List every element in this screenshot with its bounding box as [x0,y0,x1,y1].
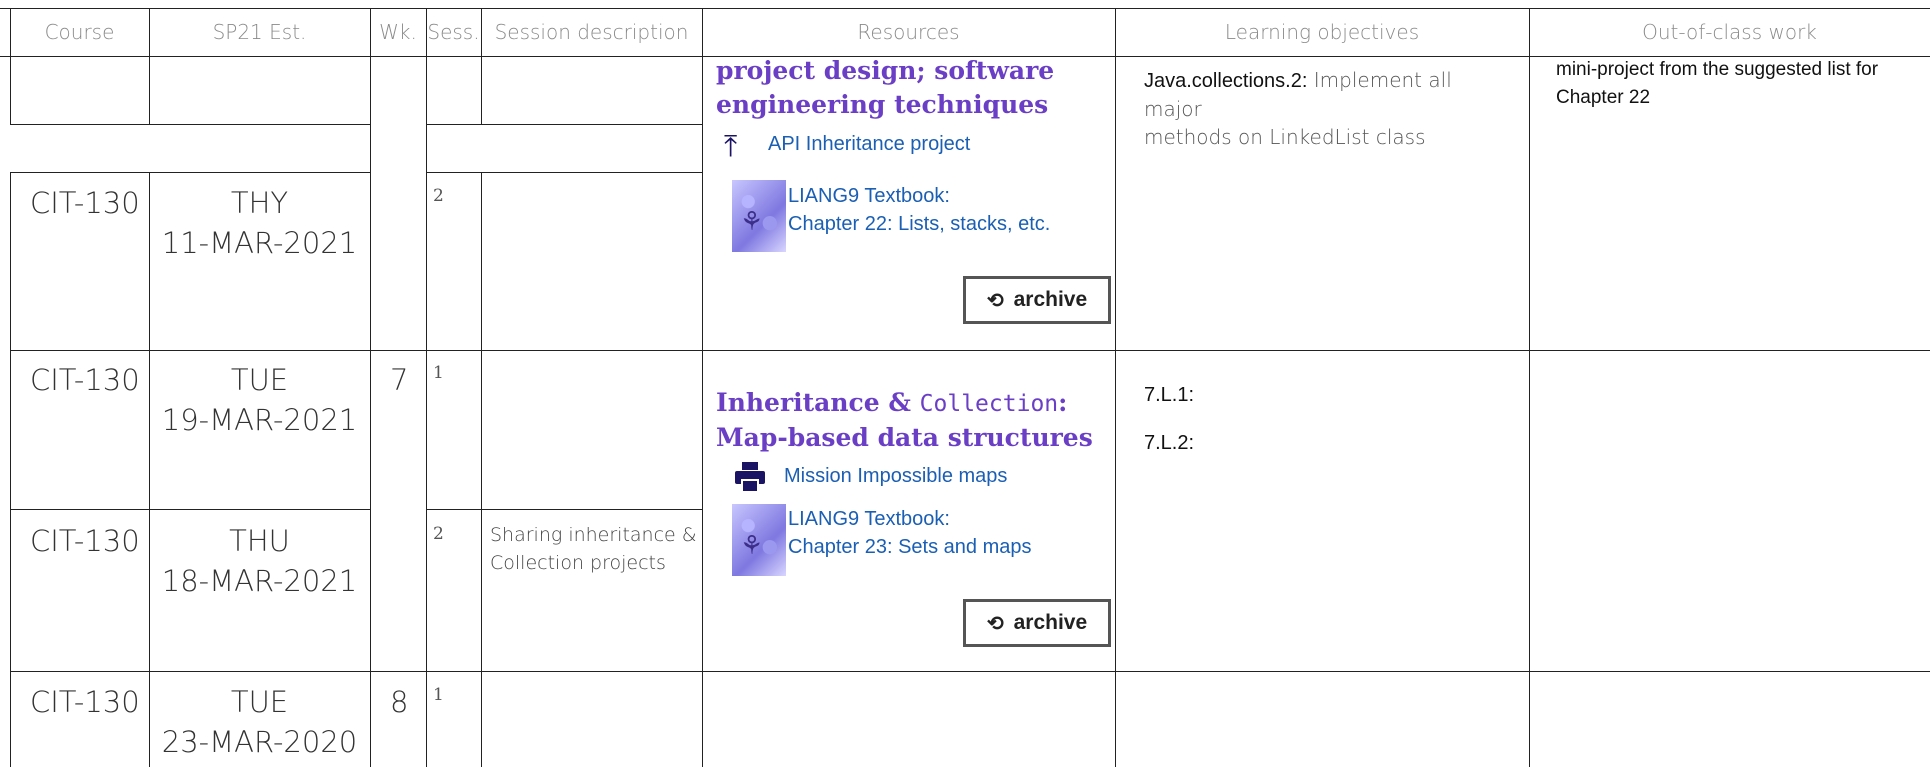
grid-line [702,8,703,767]
history-icon: ⟲ [986,289,1004,312]
header-est-date: SP21 Est. [212,20,307,44]
textbook-link[interactable]: LIANG9 Textbook: Chapter 22: Lists, stac… [788,182,1050,238]
learning-objective: Java.collections.2: Implement all major … [1144,68,1452,149]
grid-line [10,350,1930,351]
course-code: CIT-130 [30,186,140,220]
grid-line [10,172,370,173]
session-number: 2 [433,186,444,206]
book-cover-icon: ⚘ [732,180,786,252]
merge-icon: ⤒ [724,130,738,163]
topic-title: Inheritance & Collection: Map-based data… [716,388,1093,452]
topic-title: project design; software engineering tec… [716,56,1055,119]
session-number: 2 [433,524,444,544]
textbook-link[interactable]: LIANG9 Textbook: Chapter 23: Sets and ma… [788,505,1031,561]
grid-line [426,8,427,767]
grid-line [426,172,702,173]
session-date: TUE 23-MAR-2020 [161,685,358,759]
header-course: Course [44,20,115,44]
header-week: Wk. [379,20,417,44]
session-number: 1 [433,685,444,705]
archive-button[interactable]: ⟲ archive [963,276,1111,324]
grid-line [370,8,371,767]
api-inheritance-link[interactable]: API Inheritance project [768,130,970,158]
course-code: CIT-130 [30,524,140,558]
learning-objective: 7.L.1: [1144,384,1195,406]
grid-line [426,124,702,125]
week-number: 7 [390,363,409,397]
grid-line [1115,8,1116,767]
session-description: Sharing inheritance & Collection projects [490,524,697,574]
session-date: THY 11-MAR-2021 [161,186,358,260]
header-description: Session description [494,20,689,44]
grid-line [10,509,370,510]
session-number: 1 [433,363,444,383]
grid-line [10,124,370,125]
header-out-of-class: Out-of-class work [1642,20,1817,44]
book-cover-icon: ⚘ [732,504,786,576]
week-number: 8 [390,685,409,719]
course-code: CIT-130 [30,685,140,719]
grid-line [426,509,702,510]
printer-icon [734,462,766,499]
grid-line [10,671,1930,672]
archive-label: archive [1013,288,1088,311]
history-icon: ⟲ [986,612,1004,635]
header-objectives: Learning objectives [1224,20,1420,44]
session-date: TUE 19-MAR-2021 [161,363,358,437]
course-code: CIT-130 [30,363,140,397]
learning-objective: 7.L.2: [1144,432,1195,454]
grid-line [1529,8,1530,767]
mission-impossible-maps-link[interactable]: Mission Impossible maps [784,462,1007,490]
archive-button[interactable]: ⟲ archive [963,599,1111,647]
grid-line [10,172,11,767]
out-of-class-work: mini-project from the suggested list for… [1556,59,1879,108]
archive-label: archive [1013,611,1088,634]
header-session: Sess. [427,20,480,44]
header-resources: Resources [857,20,960,44]
session-date: THU 18-MAR-2021 [161,524,358,598]
grid-line [481,172,482,767]
